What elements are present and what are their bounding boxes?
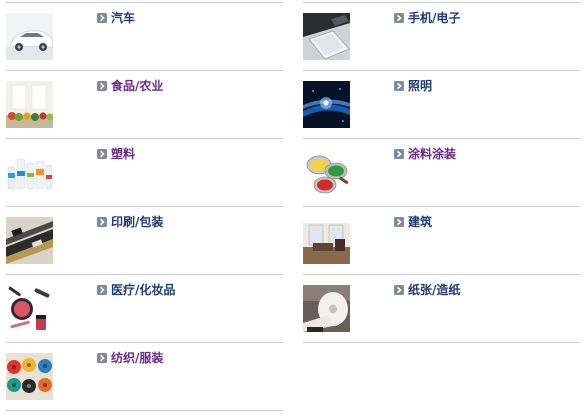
printing-packaging-link[interactable]: 印刷/包装 bbox=[97, 215, 163, 229]
chevron-right-icon bbox=[394, 13, 404, 23]
industry-row-construction: 建筑 bbox=[303, 206, 580, 274]
industry-column-right: 手机/电子 照明 涂料涂装 建筑 纸张/造纸 bbox=[303, 2, 580, 343]
plastics-thumbnail[interactable] bbox=[6, 149, 53, 196]
chevron-right-icon bbox=[394, 81, 404, 91]
automotive-thumbnail[interactable] bbox=[6, 13, 53, 60]
plastic-bottles-image bbox=[6, 149, 53, 196]
coatings-thumbnail[interactable] bbox=[303, 149, 350, 196]
food-agriculture-label: 食品/农业 bbox=[111, 79, 164, 93]
lighting-link[interactable]: 照明 bbox=[394, 79, 432, 93]
industry-grid: 汽车 食品/农业 塑料 印刷/包装 医疗/化妆品 纺织/服装 手机/电子 照明 … bbox=[6, 2, 582, 414]
paint-cans-image bbox=[303, 149, 350, 196]
interior-room-image bbox=[303, 217, 350, 264]
fabric-rolls-image bbox=[6, 353, 53, 400]
industry-row-textiles-apparel: 纺织/服装 bbox=[6, 342, 283, 411]
industry-row-paper: 纸张/造纸 bbox=[303, 274, 580, 343]
chevron-right-icon bbox=[97, 13, 107, 23]
industry-column-left: 汽车 食品/农业 塑料 印刷/包装 医疗/化妆品 纺织/服装 bbox=[6, 2, 283, 411]
paper-label: 纸张/造纸 bbox=[408, 283, 461, 297]
car-image bbox=[6, 13, 53, 60]
plastics-link[interactable]: 塑料 bbox=[97, 147, 135, 161]
cosmetics-image bbox=[6, 285, 53, 332]
automotive-label: 汽车 bbox=[111, 11, 136, 25]
industry-row-plastics: 塑料 bbox=[6, 138, 283, 206]
textiles-apparel-thumbnail[interactable] bbox=[6, 353, 53, 400]
paper-link[interactable]: 纸张/造纸 bbox=[394, 283, 460, 297]
chevron-right-icon bbox=[394, 285, 404, 295]
industry-row-automotive: 汽车 bbox=[6, 2, 283, 70]
textiles-apparel-link[interactable]: 纺织/服装 bbox=[97, 351, 163, 365]
chevron-right-icon bbox=[97, 81, 107, 91]
phone-image bbox=[303, 13, 350, 60]
chevron-right-icon bbox=[97, 149, 107, 159]
food-agriculture-thumbnail[interactable] bbox=[6, 81, 53, 128]
construction-label: 建筑 bbox=[408, 215, 433, 229]
mobile-electronics-thumbnail[interactable] bbox=[303, 13, 350, 60]
paper-roll-image bbox=[303, 285, 350, 332]
industry-row-mobile-electronics: 手机/电子 bbox=[303, 2, 580, 70]
automotive-link[interactable]: 汽车 bbox=[97, 11, 135, 25]
vegetables-image bbox=[6, 81, 53, 128]
industry-row-food-agriculture: 食品/农业 bbox=[6, 70, 283, 138]
industry-row-lighting: 照明 bbox=[303, 70, 580, 138]
lighting-thumbnail[interactable] bbox=[303, 81, 350, 128]
construction-thumbnail[interactable] bbox=[303, 217, 350, 264]
industry-row-coatings: 涂料涂装 bbox=[303, 138, 580, 206]
coatings-link[interactable]: 涂料涂装 bbox=[394, 147, 456, 161]
mobile-electronics-label: 手机/电子 bbox=[408, 11, 461, 25]
industry-row-medical-cosmetics: 医疗/化妆品 bbox=[6, 274, 283, 342]
printing-press-image bbox=[6, 217, 53, 264]
plastics-label: 塑料 bbox=[111, 147, 136, 161]
textiles-apparel-label: 纺织/服装 bbox=[111, 351, 164, 365]
paper-thumbnail[interactable] bbox=[303, 285, 350, 332]
printing-packaging-label: 印刷/包装 bbox=[111, 215, 164, 229]
mobile-electronics-link[interactable]: 手机/电子 bbox=[394, 11, 460, 25]
construction-link[interactable]: 建筑 bbox=[394, 215, 432, 229]
chevron-right-icon bbox=[394, 149, 404, 159]
medical-cosmetics-link[interactable]: 医疗/化妆品 bbox=[97, 283, 175, 297]
food-agriculture-link[interactable]: 食品/农业 bbox=[97, 79, 163, 93]
chevron-right-icon bbox=[97, 285, 107, 295]
chevron-right-icon bbox=[394, 217, 404, 227]
medical-cosmetics-thumbnail[interactable] bbox=[6, 285, 53, 332]
light-beams-image bbox=[303, 81, 350, 128]
industry-row-printing-packaging: 印刷/包装 bbox=[6, 206, 283, 274]
chevron-right-icon bbox=[97, 217, 107, 227]
medical-cosmetics-label: 医疗/化妆品 bbox=[111, 283, 176, 297]
printing-packaging-thumbnail[interactable] bbox=[6, 217, 53, 264]
lighting-label: 照明 bbox=[408, 79, 433, 93]
coatings-label: 涂料涂装 bbox=[408, 147, 457, 161]
chevron-right-icon bbox=[97, 353, 107, 363]
